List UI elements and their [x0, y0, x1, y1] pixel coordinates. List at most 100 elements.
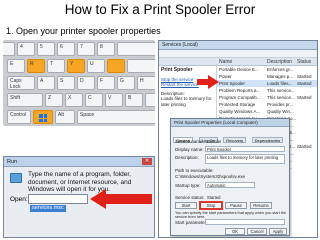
key-blank-r2	[127, 59, 155, 73]
service-name-cell: Problem Reports a...	[219, 88, 261, 93]
key-blank-r4	[145, 93, 155, 107]
run-titlebar: Run ✕	[4, 157, 154, 167]
step-instruction: 1. Open your printer spooler properties	[6, 26, 161, 36]
properties-tabs: General Log On Recovery Dependencies	[173, 129, 284, 143]
key-8: 8	[97, 42, 115, 56]
service-name-cell: Power	[219, 74, 232, 79]
detail-heading: Print Spooler	[161, 67, 193, 73]
service-desc-cell: This service...	[267, 95, 295, 100]
startup-type-label: Startup type:	[175, 183, 201, 188]
service-row[interactable]: Program Compatib... This service... Starte…	[217, 94, 317, 101]
description-label: Description:	[175, 155, 199, 160]
column-status[interactable]: Status	[297, 59, 311, 65]
key-5: 5	[37, 42, 55, 56]
services-column-header: Name Description Status	[159, 58, 317, 66]
service-desc-cell: This service...	[267, 88, 295, 93]
key-4: 4	[17, 42, 35, 56]
service-name-label: Service name:	[175, 139, 204, 144]
service-desc-cell: Manages p...	[267, 74, 294, 79]
start-parameters-input[interactable]	[205, 219, 285, 225]
properties-title: Print Spooler Properties (Local Computer…	[171, 119, 289, 127]
close-icon[interactable]: ✕	[142, 158, 152, 165]
key-space: Space	[77, 110, 155, 124]
ok-button[interactable]: OK	[225, 228, 245, 235]
services-toolbar	[159, 50, 317, 58]
key-e: E	[7, 59, 25, 73]
service-desc-cell: Quality Win...	[267, 109, 294, 114]
key-3: 3	[3, 42, 15, 56]
path-label: Path to executable:	[175, 168, 214, 173]
run-open-input-value: services.msc	[30, 205, 66, 212]
key-shift: Shift	[7, 93, 43, 107]
key-alt: Alt	[55, 110, 75, 124]
key-d: D	[77, 76, 95, 90]
run-title: Run	[7, 159, 18, 165]
services-titlebar: Services (Local)	[159, 41, 317, 50]
description-field[interactable]: Loads files to memory for later printing	[205, 154, 285, 164]
service-desc-cell: Enforces gr...	[267, 67, 294, 72]
service-status-cell: Started	[297, 81, 312, 86]
key-b: B	[125, 93, 143, 107]
service-row[interactable]: Portable Device E... Enforces gr...	[217, 66, 317, 73]
service-name-cell: Print Spooler	[219, 81, 246, 86]
key-y-highlighted: Y	[67, 59, 85, 73]
display-name-field[interactable]: Print Spooler	[205, 146, 285, 152]
keyboard-image: 3 4 5 6 7 8 E R T Y U Caps Lock A S D F …	[3, 40, 155, 126]
path-value: C:\Windows\System32\spoolsv.exe	[175, 174, 245, 179]
resume-button[interactable]: Resume	[250, 202, 272, 209]
column-name[interactable]: Name	[219, 59, 232, 65]
key-g: G	[117, 76, 135, 90]
service-row[interactable]: Protected Storage Provides pr...	[217, 101, 317, 108]
page-title: How to Fix a Print Spooler Error	[64, 2, 256, 17]
cancel-button[interactable]: Cancel	[247, 228, 267, 235]
key-s: S	[57, 76, 75, 90]
service-desc-cell: Loads files...	[267, 81, 293, 86]
start-button[interactable]: Start	[175, 202, 197, 209]
service-row[interactable]: Quality Windows A... Quality Win...	[217, 108, 317, 115]
key-x: X	[65, 93, 83, 107]
key-z: Z	[45, 93, 63, 107]
tab-dependencies[interactable]: Dependencies	[251, 137, 284, 143]
key-7: 7	[77, 42, 95, 56]
key-r: R	[27, 59, 45, 73]
display-name-label: Display name:	[175, 147, 204, 152]
service-status-cell: Started	[297, 74, 312, 79]
service-status-cell: Started	[297, 144, 312, 149]
run-open-input[interactable]: services.msc	[28, 194, 88, 212]
key-f: F	[97, 76, 115, 90]
service-name-value: Spooler	[207, 139, 222, 144]
apply-button[interactable]: Apply	[269, 228, 287, 235]
key-windows-highlighted	[33, 110, 53, 124]
key-h: H	[137, 76, 155, 90]
key-u: U	[87, 59, 105, 73]
run-dialog: Run ✕ Type the name of a program, folder…	[3, 156, 155, 238]
service-status-label: Service status:	[175, 195, 205, 200]
key-control: Control	[7, 110, 31, 124]
key-v: V	[105, 93, 123, 107]
detail-description: Loads files to memory for later printing	[161, 96, 212, 107]
startup-type-select[interactable]: Automatic	[205, 182, 255, 188]
stop-button[interactable]: Stop	[200, 202, 222, 209]
run-open-label: Open:	[10, 196, 28, 203]
service-status-value: Started	[207, 195, 221, 200]
run-program-icon	[10, 173, 22, 183]
key-c: C	[85, 93, 103, 107]
service-name-cell: Program Compatib...	[219, 95, 261, 100]
service-name-cell: Quality Windows A...	[219, 109, 261, 114]
key-a: A	[37, 76, 55, 90]
key-caps-lock: Caps Lock	[7, 76, 35, 90]
service-name-cell: Protected Storage	[219, 102, 256, 107]
column-description[interactable]: Description	[267, 59, 292, 65]
service-row[interactable]: Print Spooler Loads files... Started	[217, 80, 317, 87]
service-desc-cell: Provides pr...	[267, 102, 294, 107]
service-row[interactable]: Power Manages p... Started	[217, 73, 317, 80]
service-row[interactable]: Problem Reports a... This service...	[217, 87, 317, 94]
key-t: T	[47, 59, 65, 73]
windows-logo-icon	[39, 114, 47, 122]
service-name-cell: Portable Device E...	[219, 67, 259, 72]
key-blank-r1	[117, 42, 155, 56]
red-arrow-icon	[90, 189, 152, 209]
red-arrow-icon	[197, 75, 219, 89]
print-spooler-properties-dialog: Print Spooler Properties (Local Computer…	[170, 118, 290, 236]
pause-button[interactable]: Pause	[225, 202, 247, 209]
